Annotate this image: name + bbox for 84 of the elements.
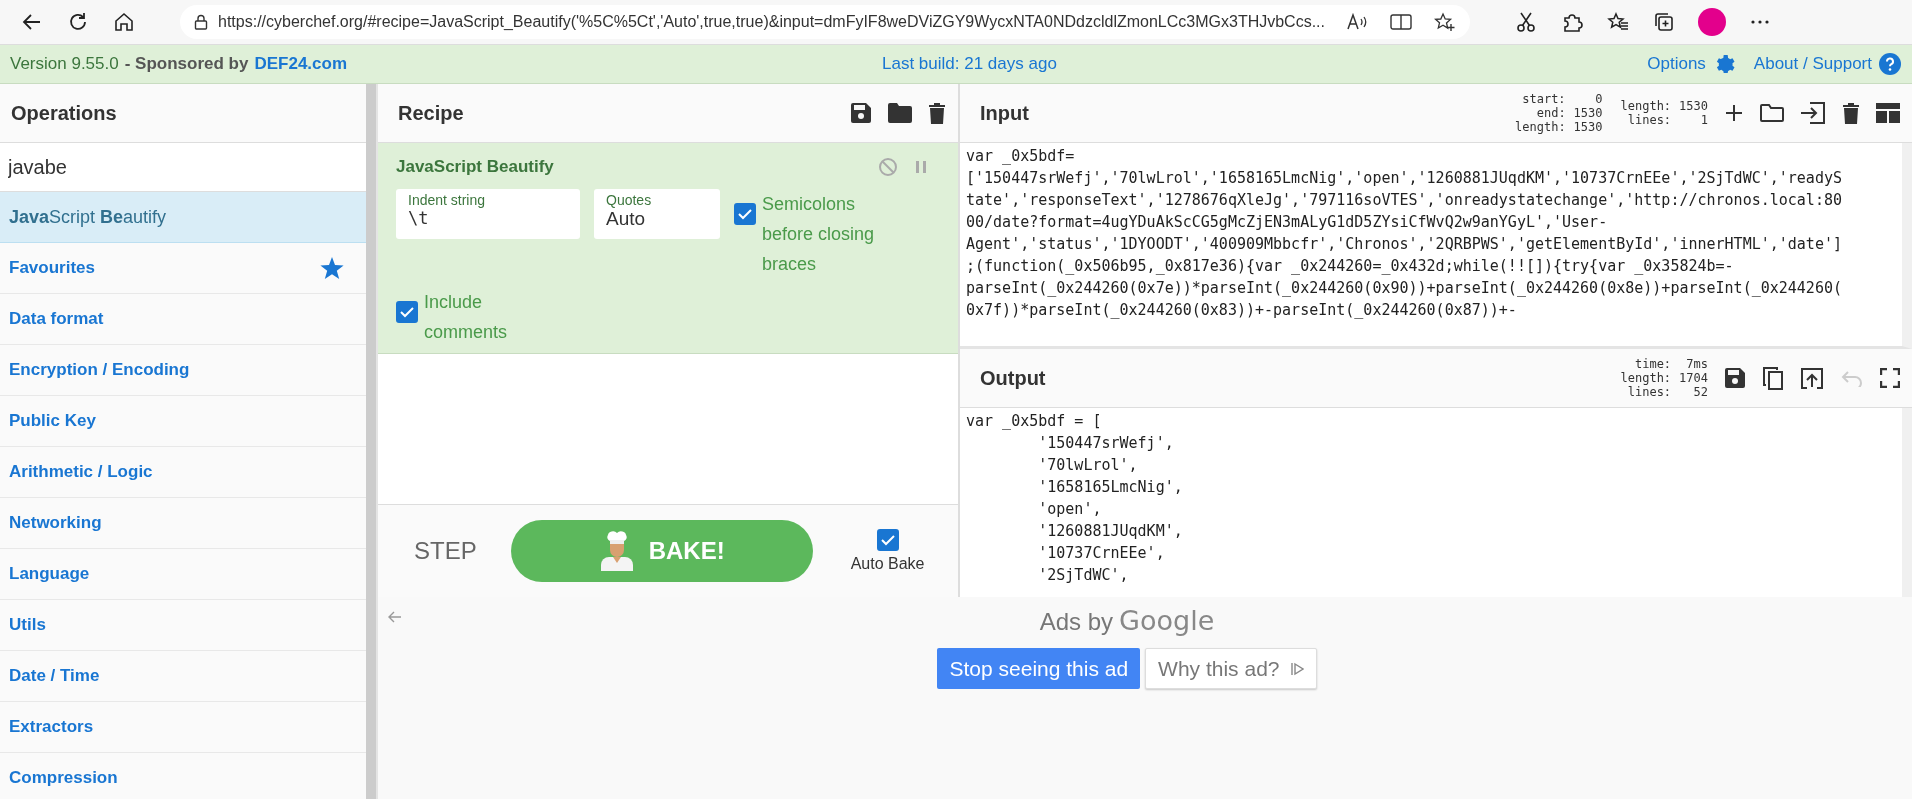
code-line: var _0x5bdf = [ [966,411,1103,432]
folder-icon[interactable] [1760,103,1784,123]
import-icon[interactable] [1800,102,1826,124]
brand-label: Google [1119,605,1215,636]
stat-label: length: [1620,371,1672,385]
code-line: '70lwLrol', [1037,455,1139,476]
stat-value: 1704 [1679,371,1708,385]
url-text: https://cyberchef.org/#recipe=JavaScript_Beautify('%5C%5Ct','Auto',true,true)&input=dmFyIF8weDViZGY9WycxNTA0NDdzcldlZmonLCc3MGx3THJvbCcs... [218,13,1324,31]
profile-avatar[interactable] [1698,8,1726,36]
folder-icon[interactable] [888,103,912,123]
code-line: tate','responseText','1278676qXleJg','797116soVTES','onreadystatechange','http://chronos.local:80 [966,190,1843,211]
reader-icon[interactable] [1390,13,1412,31]
operation-name: JavaScript Beautify [396,157,554,177]
input-title: Input [980,101,1030,125]
why-ad-button[interactable]: Why this ad? [1145,648,1317,689]
step-button[interactable]: STEP [408,531,483,571]
read-aloud-icon[interactable] [1346,13,1368,31]
code-line: parseInt(_0x244260(0x7e))*parseInt(_0x244260(0x90))+parseInt(_0x244260(0x8e))+parseInt(_0x244260( [966,278,1843,299]
lock-icon [194,14,208,30]
code-line: '1260881JUqdKM', [1037,521,1184,542]
code-line: ['150447srWefj','70lwLrol','1658165LmcNig','open','1260881JUqdKM','10737CrnEEe','2SjTdWC','readyS [966,168,1843,189]
add-favorite-icon[interactable] [1434,12,1456,32]
stat-value: 1530 [1573,120,1603,134]
help-icon[interactable] [1878,52,1902,76]
last-build-link[interactable]: Last build: 21 days ago [570,54,1636,74]
stat-value: 1530 [1679,99,1708,113]
about-support-link[interactable]: About / Support [1753,54,1872,74]
checkbox[interactable] [396,301,418,323]
code-line: '1658165LmcNig', [1037,477,1184,498]
sponsor-link[interactable]: DEF24.com [254,54,348,74]
left-arrow-icon[interactable] [388,611,402,623]
chef-icon [598,531,635,571]
fullscreen-icon[interactable] [1880,368,1900,388]
address-bar[interactable]: https://cyberchef.org/#recipe=JavaScript_Beautify('%5C%5Ct','Auto',true,true)&input=dmFyIF8weDViZGY9WycxNTA0NDdzcldlZmonLCc3MGx3THJvbCcs... [180,5,1470,39]
auto-bake-label: Auto Bake [850,555,925,573]
stat-label: end: [1535,106,1566,120]
stat-value: 52 [1692,385,1708,399]
copy-icon[interactable] [1762,366,1784,390]
code-line: ;(function(_0x506b95,_0x817e36){var _0x244260=_0x432d;while(!![]){try{var _0x35824b=- [966,256,1735,277]
star-icon [320,256,344,280]
stat-label: lines: [1626,385,1672,399]
layout-icon[interactable] [1876,103,1900,123]
checkbox-label: Include comments [424,291,509,344]
category-item[interactable]: Favourites [0,243,366,294]
input-text-area[interactable] [960,143,1912,349]
stat-label: length: [1515,120,1566,134]
argument-field[interactable]: Quotes Auto [594,189,720,239]
stat-label: length: [1620,99,1672,113]
recipe-title: Recipe [398,101,465,125]
stat-value: 0 [1594,92,1603,106]
save-icon[interactable] [850,102,872,124]
argument-field[interactable]: Indent string \t [396,189,580,239]
bake-button[interactable]: BAKE! [510,520,813,582]
version-label: Version 9.55.0 [10,54,119,74]
sponsored-label: - Sponsored by [124,54,249,74]
output-title: Output [980,366,1047,390]
code-line: '10737CrnEEe', [1037,543,1166,564]
trash-icon[interactable] [1842,102,1860,124]
stat-label: start: [1521,92,1566,106]
ad-choices-icon [1289,661,1304,676]
trash-icon[interactable] [928,102,946,124]
code-line: Agent','status','1DYOODT','400909Mbbcfr','Chronos','2QRBPWS','getElementById','innerHTML','date'] [966,234,1843,255]
code-line: 0x7f))*parseInt(_0x244260(0x83))+-parseInt(_0x244260(0x87))+- [966,300,1518,321]
ads-by-label: Ads by [1039,608,1114,636]
stat-value: 1 [1699,113,1708,127]
search-field[interactable]: javabe [0,143,366,192]
plus-icon[interactable] [1724,103,1744,123]
code-line: 'open', [1037,499,1103,520]
stat-label: lines: [1626,113,1672,127]
save-icon[interactable] [1724,367,1746,389]
stat-value: 1530 [1573,106,1603,120]
checkbox-label: Semicolons before closing braces [762,193,876,276]
checkbox[interactable] [876,529,899,551]
code-line: var _0x5bdf= [966,146,1076,167]
code-line: '150447srWefj', [1037,433,1175,454]
options-link[interactable]: Options [1647,54,1706,74]
search-result[interactable]: JavaScript Beautify [0,192,366,243]
stat-value: 7ms [1685,357,1708,371]
code-line: '2SjTdWC', [1037,565,1130,586]
stat-label: time: [1633,357,1672,371]
checkbox[interactable] [734,203,756,225]
stop-ad-button[interactable]: Stop seeing this ad [937,648,1141,689]
upload-icon[interactable] [1800,367,1824,389]
code-line: 00/date?format=4ugYDuAkScCG5gMcZjEN3mALyG1dD5ZYsiCfWvQ2w9anYGyL','User- [966,212,1609,233]
